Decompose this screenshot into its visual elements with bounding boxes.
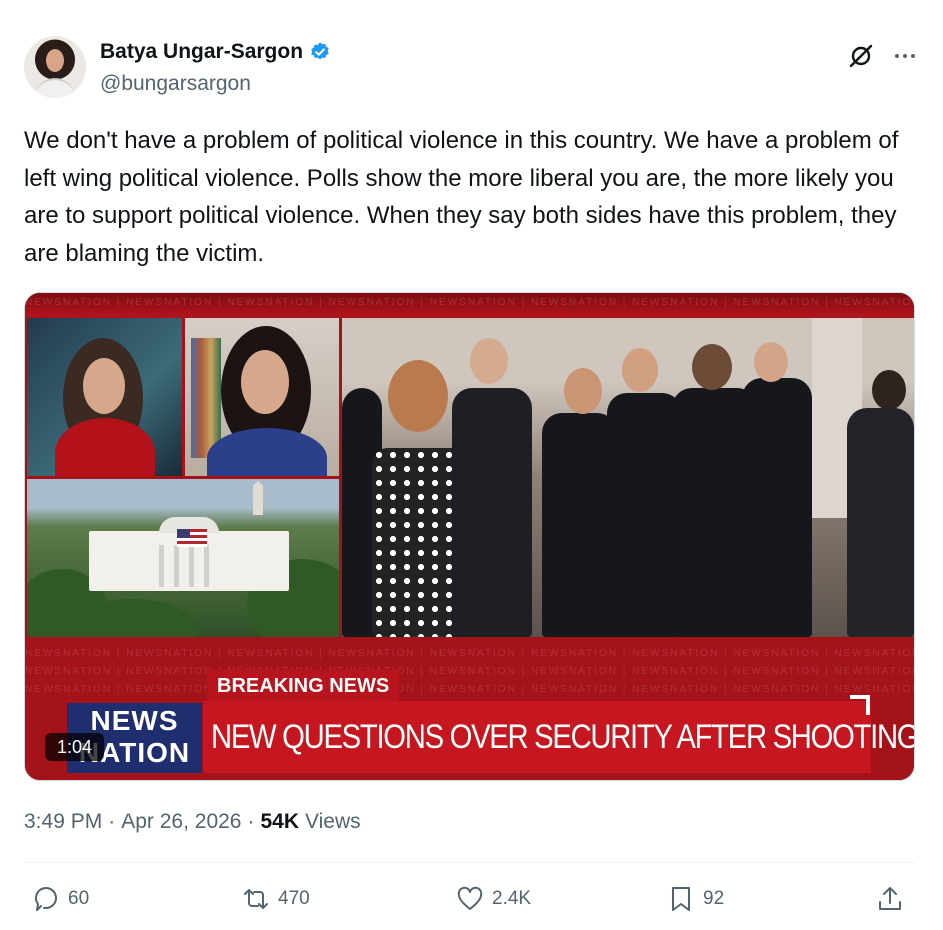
more-icon[interactable] [891, 42, 919, 70]
share-button[interactable] [876, 885, 904, 913]
headline-bar: NEW QUESTIONS OVER SECURITY AFTER SHOOTI… [203, 701, 914, 773]
video-duration: 1:04 [45, 733, 105, 761]
video-panel-guest [185, 318, 339, 476]
reply-icon [35, 887, 57, 911]
meta-separator: · [108, 810, 116, 833]
bookmark-count: 92 [703, 888, 725, 909]
watermark-row: NEWSNATION | NEWSNATION | NEWSNATION | N… [25, 684, 914, 695]
corner-bracket [850, 695, 870, 715]
watermark-row: NEWSNATION | NEWSNATION | NEWSNATION | N… [25, 666, 914, 677]
bookshelf [191, 338, 221, 458]
reply-button[interactable]: 60 [32, 885, 89, 913]
guest-face [241, 350, 289, 414]
action-bar: 60 470 2.4K 92 [24, 885, 915, 923]
column [204, 545, 209, 587]
avatar-face [46, 49, 64, 72]
column [159, 545, 164, 587]
views-count: 54K [260, 810, 300, 833]
officer [607, 393, 682, 637]
man-bald [452, 388, 532, 637]
video-panel-anchor [27, 318, 182, 476]
watermark-text: NEWSNATION | NEWSNATION | NEWSNATION | N… [25, 648, 914, 659]
reply-count: 60 [68, 888, 90, 909]
grok-icon[interactable] [847, 42, 875, 70]
officer-head [564, 368, 602, 414]
tweet-text: We don't have a problem of political vio… [24, 127, 899, 267]
man-bald-head [470, 338, 508, 384]
meta-separator: · [247, 810, 255, 833]
officer-head [622, 348, 658, 392]
column [174, 545, 179, 587]
bookmark-button[interactable]: 92 [667, 885, 724, 913]
officer [742, 378, 812, 637]
bookmark-icon [672, 887, 690, 911]
video-headline: NEW QUESTIONS OVER SECURITY AFTER SHOOTI… [211, 718, 915, 756]
anchor-top [55, 418, 155, 476]
verified-badge-icon [311, 42, 329, 60]
watermark-top: NEWSNATION | NEWSNATION | NEWSNATION | N… [25, 297, 914, 308]
person-right-head [872, 370, 906, 410]
us-flag [177, 529, 207, 547]
like-button[interactable]: 2.4K [456, 885, 531, 913]
name-row: Batya Ungar-Sargon [100, 40, 331, 64]
avatar-shoulders [35, 78, 75, 98]
tweet-header: Batya Ungar-Sargon @bungarsargon [24, 36, 919, 100]
guest-top [207, 428, 327, 476]
user-handle[interactable]: @bungarsargon [100, 72, 251, 96]
video-top-band: NEWSNATION | NEWSNATION | NEWSNATION | N… [25, 293, 914, 317]
officer-head [754, 342, 788, 382]
tweet-meta: 3:49 PM · Apr 26, 2026 · 54K Views [24, 810, 361, 834]
washington-monument [253, 481, 263, 515]
repost-button[interactable]: 470 [242, 885, 310, 913]
video-player[interactable]: NEWSNATION | NEWSNATION | NEWSNATION | N… [24, 292, 915, 781]
repost-count: 470 [278, 888, 310, 909]
video-panel-white-house [27, 479, 339, 637]
woman-head [388, 360, 448, 432]
watermark-text: NEWSNATION | NEWSNATION | NEWSNATION | N… [25, 684, 914, 695]
officer [542, 413, 617, 637]
officer-head [692, 344, 732, 390]
repost-icon [244, 889, 268, 909]
avatar[interactable] [24, 36, 86, 98]
like-count: 2.4K [492, 888, 532, 909]
views-label: Views [305, 810, 361, 833]
video-panel-scene [342, 318, 914, 637]
divider [24, 862, 915, 863]
person-right [847, 408, 914, 637]
watermark-row: NEWSNATION | NEWSNATION | NEWSNATION | N… [25, 648, 914, 659]
share-icon [879, 887, 901, 910]
tweet-date[interactable]: Apr 26, 2026 [121, 810, 241, 834]
watermark-text: NEWSNATION | NEWSNATION | NEWSNATION | N… [25, 666, 914, 677]
display-name[interactable]: Batya Ungar-Sargon [100, 40, 303, 64]
watermark-text: NEWSNATION | NEWSNATION | NEWSNATION | N… [25, 297, 914, 308]
anchor-face [83, 358, 125, 414]
tweet-time[interactable]: 3:49 PM [24, 810, 102, 834]
breaking-news-label: BREAKING NEWS [207, 670, 400, 702]
heart-icon [457, 886, 483, 910]
column [189, 545, 194, 587]
